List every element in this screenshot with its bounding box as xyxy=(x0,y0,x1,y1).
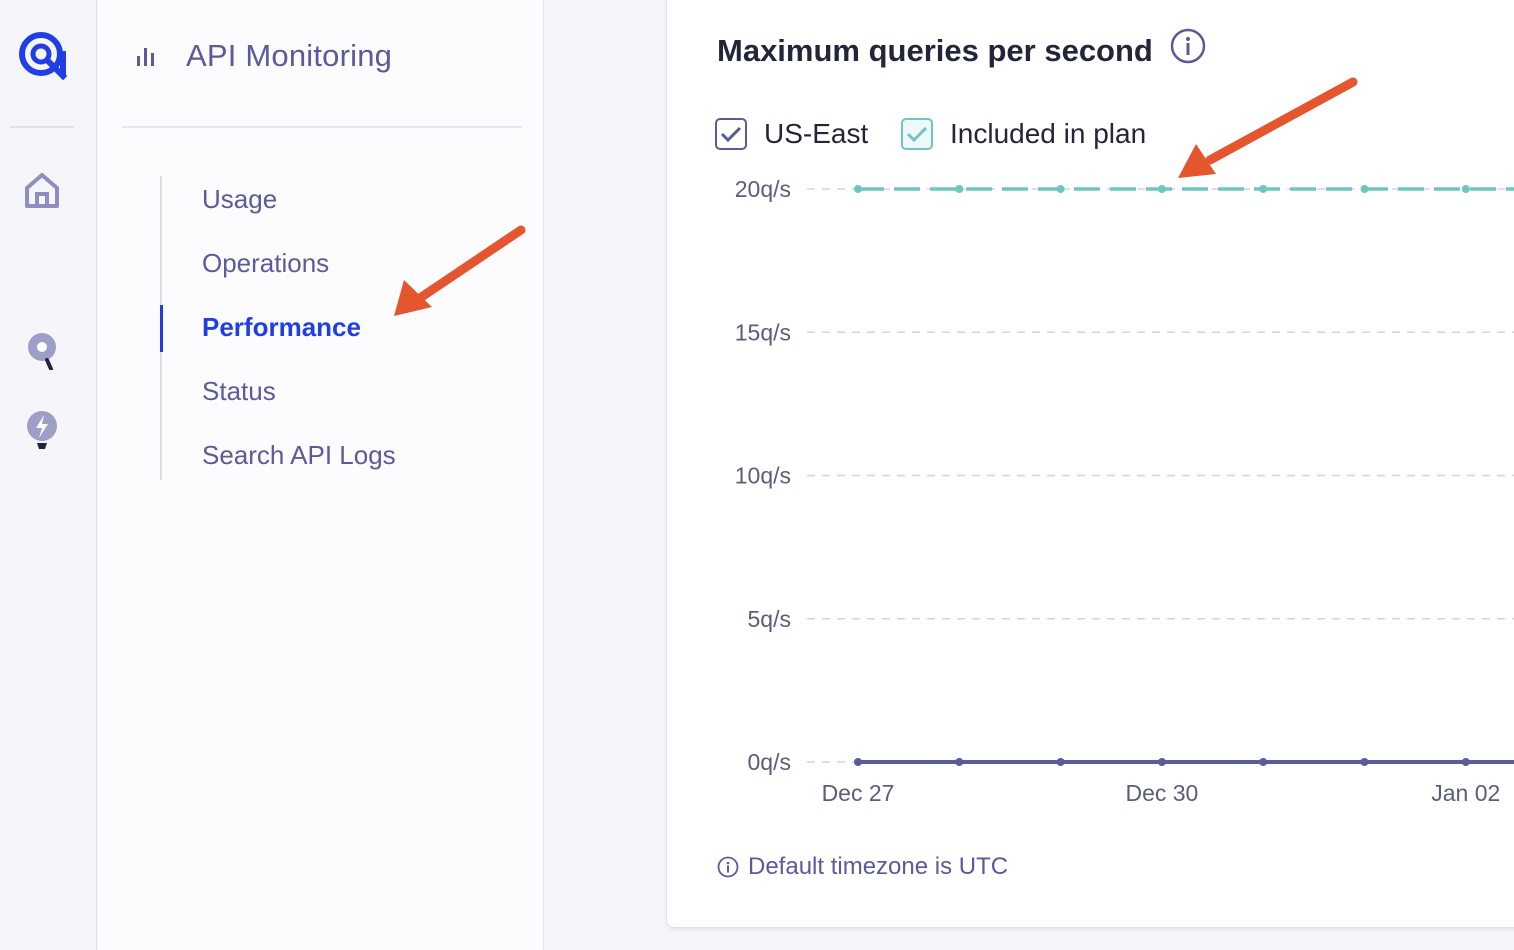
nav-item-status[interactable]: Status xyxy=(202,376,276,407)
data-point-1 xyxy=(1157,185,1166,193)
rail-item-search[interactable] xyxy=(20,330,64,374)
data-point-0 xyxy=(955,758,964,766)
nav-item-performance[interactable]: Performance xyxy=(202,312,361,343)
data-point-0 xyxy=(1360,758,1369,766)
info-small-icon xyxy=(717,856,739,878)
search-pin-icon xyxy=(25,330,59,375)
data-point-1 xyxy=(955,185,964,193)
main-content: Maximum queries per second US-East Inclu… xyxy=(545,0,1514,950)
data-point-0 xyxy=(1056,758,1065,766)
data-point-0 xyxy=(1259,758,1268,766)
data-point-0 xyxy=(1461,758,1470,766)
data-point-1 xyxy=(854,185,862,193)
timezone-note: Default timezone is UTC xyxy=(717,853,1008,881)
page-title: API Monitoring xyxy=(186,38,393,73)
y-tick-label: 5q/s xyxy=(748,606,791,632)
bar-chart-icon xyxy=(134,44,158,68)
nav-item-operations[interactable]: Operations xyxy=(202,248,329,279)
rail-divider xyxy=(10,126,74,128)
y-tick-label: 10q/s xyxy=(735,463,791,489)
x-tick-label: Dec 30 xyxy=(1125,780,1198,806)
y-tick-label: 15q/s xyxy=(735,319,791,345)
data-point-1 xyxy=(1056,185,1065,193)
y-tick-label: 0q/s xyxy=(748,749,791,775)
timezone-note-text: Default timezone is UTC xyxy=(748,853,1009,880)
data-point-1 xyxy=(1461,185,1470,193)
active-indicator xyxy=(160,305,163,352)
app-logo-icon[interactable] xyxy=(17,30,69,81)
qps-line-chart: 0q/s 5q/s 10q/s 15q/s 20q/s Dec 27 Dec 30 Jan 0… xyxy=(735,176,1514,806)
y-tick-label: 20q/s xyxy=(735,176,791,202)
secondary-nav: API Monitoring Usage Operations Performa… xyxy=(98,0,544,950)
rail-item-insights[interactable] xyxy=(20,410,64,454)
x-tick-label: Jan 02 xyxy=(1431,780,1500,806)
home-icon xyxy=(23,170,61,215)
bolt-bulb-icon xyxy=(25,409,59,456)
nav-item-usage[interactable]: Usage xyxy=(202,184,277,215)
data-point-0 xyxy=(854,758,862,766)
data-point-0 xyxy=(1157,758,1166,766)
chart-card: Maximum queries per second US-East Inclu… xyxy=(666,0,1514,928)
x-tick-label: Dec 27 xyxy=(822,780,895,806)
icon-rail xyxy=(0,0,97,950)
nav-item-search-api-logs[interactable]: Search API Logs xyxy=(202,440,396,471)
data-point-1 xyxy=(1360,185,1369,193)
rail-item-home[interactable] xyxy=(20,170,64,214)
data-point-1 xyxy=(1259,185,1268,193)
